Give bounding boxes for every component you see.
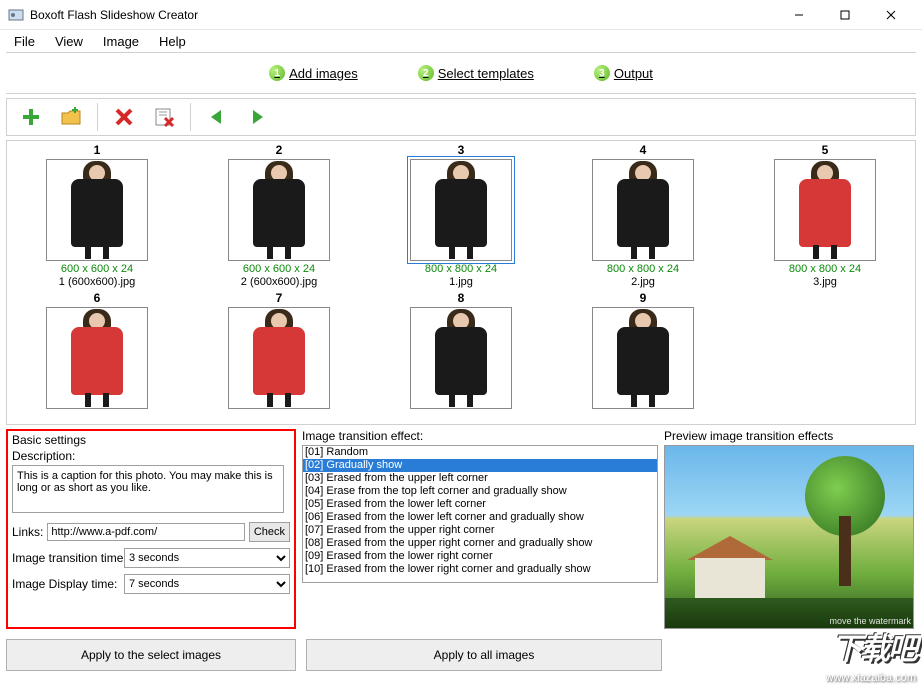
minimize-button[interactable] [776,0,822,30]
thumbnail-filename: 2 (600x600).jpg [241,276,317,289]
thumbnail-dimensions: 800 x 800 x 24 [789,263,861,276]
step-label: Select templates [438,66,534,81]
thumbnail-item[interactable]: 9 [557,289,729,411]
thumbnail-filename: 1 (600x600).jpg [59,276,135,289]
transition-option[interactable]: [10] Erased from the lower right corner … [303,563,657,576]
thumbnail-number: 1 [94,143,101,157]
apply-to-all-button[interactable]: Apply to all images [306,639,662,671]
menu-image[interactable]: Image [93,32,149,51]
delete-button[interactable] [106,101,142,133]
check-button[interactable]: Check [249,522,290,542]
app-icon [8,7,24,23]
transition-option[interactable]: [04] Erase from the top left corner and … [303,485,657,498]
window-title: Boxoft Flash Slideshow Creator [30,8,776,22]
steps-bar: 1 Add images 2 Select templates 3 Output [6,52,916,94]
transition-option[interactable]: [01] Random [303,446,657,459]
transition-time-label: Image transition time: [12,551,120,565]
thumbnail-item[interactable]: 1 600 x 600 x 241 (600x600).jpg [11,141,183,289]
thumbnail-filename: 1.jpg [449,276,473,289]
preview-watermark: move the watermark [829,616,911,626]
apply-row: Apply to the select images Apply to all … [0,635,922,677]
toolbar [6,98,916,136]
step-1-icon: 1 [269,65,285,81]
links-label: Links: [12,525,43,539]
transition-option[interactable]: [02] Gradually show [303,459,657,472]
next-button[interactable] [239,101,275,133]
thumbnail-number: 6 [94,291,101,305]
thumbnail-dimensions: 800 x 800 x 24 [425,263,497,276]
step-select-templates[interactable]: 2 Select templates [418,65,534,81]
thumbnail-item[interactable]: 4 800 x 800 x 242.jpg [557,141,729,289]
display-time-select[interactable]: 7 seconds [124,574,290,594]
menu-bar: File View Image Help [0,30,922,52]
thumbnail-image [592,307,694,409]
prev-button[interactable] [199,101,235,133]
thumbnail-image [228,159,330,261]
thumbnail-item[interactable]: 2 600 x 600 x 242 (600x600).jpg [193,141,365,289]
thumbnail-image [592,159,694,261]
step-label: Add images [289,66,358,81]
description-input[interactable] [12,465,284,513]
thumbnail-dimensions: 800 x 800 x 24 [607,263,679,276]
thumbnail-image [774,159,876,261]
close-button[interactable] [868,0,914,30]
thumbnail-item[interactable]: 3 800 x 800 x 241.jpg [375,141,547,289]
thumbnail-dimensions: 600 x 600 x 24 [243,263,315,276]
thumbnail-number: 3 [458,143,465,157]
step-3-icon: 3 [594,65,610,81]
transition-title: Image transition effect: [302,429,658,443]
thumbnail-image [228,307,330,409]
add-folder-button[interactable] [53,101,89,133]
thumbnail-item[interactable]: 6 [11,289,183,411]
thumbnail-dimensions: 600 x 600 x 24 [61,263,133,276]
menu-help[interactable]: Help [149,32,196,51]
transition-option[interactable]: [05] Erased from the lower left corner [303,498,657,511]
title-bar: Boxoft Flash Slideshow Creator [0,0,922,30]
thumbnail-number: 9 [640,291,647,305]
thumbnail-item[interactable]: 7 [193,289,365,411]
step-add-images[interactable]: 1 Add images [269,65,358,81]
transition-list[interactable]: [01] Random[02] Gradually show[03] Erase… [302,445,658,583]
preview-image: move the watermark [664,445,914,629]
thumbnail-grid: 1600 x 600 x 241 (600x600).jpg2600 x 600… [11,141,911,411]
thumbnail-number: 7 [276,291,283,305]
transition-time-select[interactable]: 3 seconds [124,548,290,568]
thumbnail-number: 8 [458,291,465,305]
thumbnail-item[interactable]: 5 800 x 800 x 243.jpg [739,141,911,289]
basic-settings-title: Basic settings [12,433,290,447]
transition-option[interactable]: [08] Erased from the upper right corner … [303,537,657,550]
add-image-button[interactable] [13,101,49,133]
step-2-icon: 2 [418,65,434,81]
transition-option[interactable]: [07] Erased from the upper right corner [303,524,657,537]
clear-button[interactable] [146,101,182,133]
thumbnail-item[interactable]: 8 [375,289,547,411]
description-label: Description: [12,449,290,463]
maximize-button[interactable] [822,0,868,30]
menu-view[interactable]: View [45,32,93,51]
thumbnail-image [410,307,512,409]
thumbnail-filename: 3.jpg [813,276,837,289]
thumbnail-filename: 2.jpg [631,276,655,289]
thumbnail-image [46,159,148,261]
thumbnail-number: 5 [822,143,829,157]
basic-settings-panel: Basic settings Description: Links: Check… [6,429,296,629]
thumbnail-scroll[interactable]: 1600 x 600 x 241 (600x600).jpg2600 x 600… [6,140,916,425]
preview-title: Preview image transition effects [664,429,916,443]
thumbnail-number: 2 [276,143,283,157]
links-input[interactable] [47,523,244,541]
step-label: Output [614,66,653,81]
menu-file[interactable]: File [4,32,45,51]
transition-option[interactable]: [09] Erased from the lower right corner [303,550,657,563]
thumbnail-image [410,159,512,261]
apply-to-selected-button[interactable]: Apply to the select images [6,639,296,671]
preview-panel: Preview image transition effects move th… [664,429,916,629]
transition-option[interactable]: [03] Erased from the upper left corner [303,472,657,485]
thumbnail-number: 4 [640,143,647,157]
display-time-label: Image Display time: [12,577,120,591]
thumbnail-image [46,307,148,409]
transition-option[interactable]: [06] Erased from the lower left corner a… [303,511,657,524]
step-output[interactable]: 3 Output [594,65,653,81]
transition-panel: Image transition effect: [01] Random[02]… [302,429,658,629]
